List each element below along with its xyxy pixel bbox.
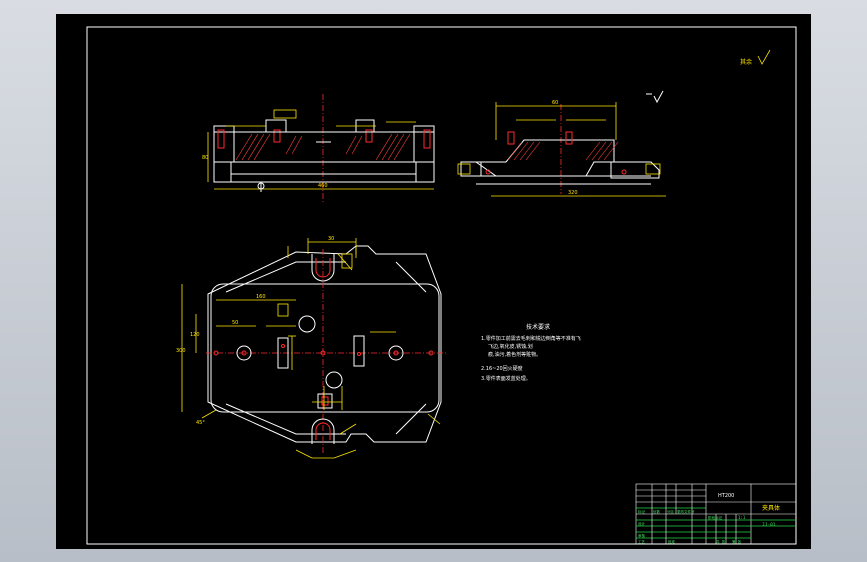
svg-text:第 张: 第 张 [732, 539, 742, 544]
drawing-canvas: 其余 460 80 60 320 300 120 160 50 30 45° 技… [56, 14, 811, 549]
svg-text:120: 120 [190, 332, 200, 338]
tech-req-line-2: 飞边,氧化皮,锈蚀,划 [488, 343, 533, 350]
svg-text:工艺: 工艺 [638, 539, 646, 544]
title-drawing-no: JJ-01 [762, 522, 776, 528]
svg-text:设计: 设计 [638, 521, 646, 526]
svg-text:处数: 处数 [653, 509, 661, 514]
tech-req-line-4: 2.16~20回火硬度 [481, 365, 523, 372]
svg-text:45°: 45° [196, 420, 205, 426]
svg-text:320: 320 [568, 190, 578, 196]
svg-text:30: 30 [328, 236, 334, 242]
svg-text:160: 160 [256, 294, 266, 300]
svg-text:分区: 分区 [667, 509, 675, 514]
svg-text:更改文件号: 更改文件号 [677, 509, 695, 514]
roughness-symbol-icon [757, 49, 771, 65]
tech-req-line-3: 痕,油污,着色剂等赃物。 [488, 351, 541, 358]
slot-right [353, 335, 365, 367]
plate-inner-outline [210, 283, 440, 413]
cad-drawing: 其余 460 80 60 320 300 120 160 50 30 45° 技… [86, 26, 797, 545]
title-scale: 1:1 [738, 515, 746, 520]
roughness-text: 其余 [740, 58, 752, 66]
front-view: 460 80 [202, 94, 435, 204]
svg-text:60: 60 [552, 100, 558, 106]
tech-req-line-5: 3.零件表面发蓝处理。 [481, 375, 531, 382]
title-material: HT200 [718, 493, 734, 499]
plate-outline [207, 245, 442, 443]
tech-req-line-1: 1.零件加工前需去毛刺和锐边倒角等不准有飞 [481, 335, 581, 342]
plan-view: 300 120 160 50 30 45° [176, 236, 446, 459]
title-block: HT200 夹具体 JJ-01 1:1 标记 处数 分区 更改文件号 设计 审核… [635, 483, 797, 545]
svg-text:80: 80 [202, 155, 208, 161]
svg-text:50: 50 [232, 320, 238, 326]
title-part-name: 夹具体 [762, 504, 780, 512]
side-view: 60 320 [457, 100, 666, 197]
svg-text:标记: 标记 [638, 509, 646, 514]
svg-text:阶段标记: 阶段标记 [708, 515, 722, 520]
roughness-symbol-side-icon [653, 90, 664, 104]
tech-requirements: 技术要求 1.零件加工前需去毛刺和锐边倒角等不准有飞 飞边,氧化皮,锈蚀,划 痕… [481, 323, 581, 382]
drawing-border [86, 26, 797, 545]
svg-text:300: 300 [176, 348, 186, 354]
svg-text:共 张: 共 张 [716, 539, 726, 544]
svg-text:审核: 审核 [638, 533, 646, 538]
svg-text:批准: 批准 [668, 539, 676, 544]
tech-req-title: 技术要求 [526, 323, 550, 331]
svg-text:460: 460 [318, 183, 328, 189]
roughness-mark-main: 其余 [740, 49, 771, 66]
